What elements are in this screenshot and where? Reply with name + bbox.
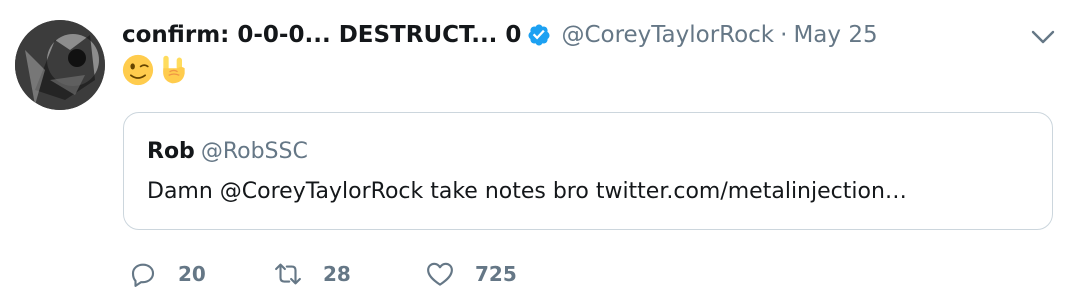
separator-dot: ·: [780, 22, 788, 48]
reply-button[interactable]: 20: [128, 259, 273, 289]
sign-of-the-horns-emoji-icon: [163, 55, 185, 84]
quoted-tweet-text: Damn @CoreyTaylorRock take notes bro twi…: [147, 179, 907, 204]
like-icon: [427, 262, 453, 286]
retweet-button[interactable]: 28: [273, 259, 425, 289]
tweet-text: [122, 54, 190, 86]
author-handle[interactable]: @CoreyTaylorRock: [561, 22, 774, 48]
author-display-name[interactable]: confirm: 0-0-0... DESTRUCT... 0: [122, 22, 521, 48]
quoted-tweet[interactable]: Rob @RobSSC Damn @CoreyTaylorRock take no…: [123, 112, 1053, 230]
quoted-author-handle: @RobSSC: [200, 139, 308, 164]
quoted-tweet-header: Rob @RobSSC: [147, 139, 308, 164]
like-count: 725: [475, 262, 517, 286]
like-button[interactable]: 725: [425, 259, 545, 289]
tweet-actions: 20 28 725: [128, 258, 545, 290]
avatar[interactable]: [15, 20, 105, 110]
retweet-icon: [275, 263, 301, 285]
tweet-date[interactable]: May 25: [793, 22, 877, 48]
quoted-author-name: Rob: [147, 139, 195, 164]
reply-count: 20: [178, 262, 206, 286]
retweet-count: 28: [323, 262, 351, 286]
winking-face-emoji-icon: [122, 54, 154, 86]
reply-icon: [131, 263, 155, 287]
chevron-down-icon[interactable]: [1030, 27, 1056, 47]
tweet-header: confirm: 0-0-0... DESTRUCT... 0 @CoreyTa…: [122, 18, 878, 52]
verified-badge-icon: [528, 24, 550, 46]
